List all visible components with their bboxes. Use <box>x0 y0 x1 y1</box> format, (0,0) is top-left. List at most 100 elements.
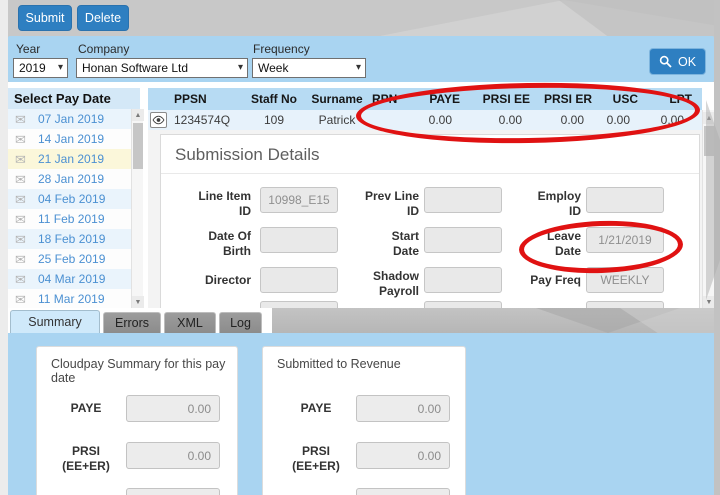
envelope-icon: ✉ <box>15 153 30 166</box>
submitted-to-revenue-panel: Submitted to Revenue PAYE 0.00 PRSI (EE+… <box>262 346 466 495</box>
prev-line-id-label: Prev Line ID <box>331 189 419 219</box>
pay-date-row[interactable]: ✉04 Feb 2019 <box>8 189 131 209</box>
delete-button[interactable]: Delete <box>77 5 129 31</box>
envelope-icon: ✉ <box>15 233 30 246</box>
pay-date-row[interactable]: ✉07 Jan 2019 <box>8 109 131 129</box>
cutoff-field[interactable] <box>424 301 502 308</box>
employ-id-field[interactable] <box>586 187 664 213</box>
column-header-prsi-ee: PRSI EE <box>466 92 536 106</box>
pay-date-row[interactable]: ✉ 11 Feb 2019 <box>8 209 131 229</box>
cell-paye: 0.00 <box>398 113 466 127</box>
cell-surname: Patrick <box>302 113 372 127</box>
column-header-lpt: LPT <box>644 92 702 106</box>
paye-label: PAYE <box>281 401 351 416</box>
start-date-field[interactable] <box>424 227 502 253</box>
submission-details-card: Submission Details Line Item ID 10998_E1… <box>160 134 700 308</box>
cutoff-field[interactable] <box>586 301 664 308</box>
pay-date-panel-title: Select Pay Date <box>8 88 140 109</box>
pay-date-label: 11 Feb 2019 <box>38 212 105 226</box>
cutoff-field[interactable] <box>260 301 338 308</box>
cloudpay-summary-title: Cloudpay Summary for this pay date <box>51 357 237 385</box>
pay-freq-field[interactable]: WEEKLY <box>586 267 664 293</box>
pay-date-row[interactable]: ✉25 Feb 2019 <box>8 249 131 269</box>
leave-date-label: Leave Date <box>493 229 581 259</box>
shadow-payroll-label: Shadow Payroll <box>331 269 419 299</box>
usc-field[interactable]: 0.00 <box>356 488 450 495</box>
frequency-label: Frequency <box>253 42 310 56</box>
date-of-birth-field[interactable] <box>260 227 338 253</box>
year-value: 2019 <box>19 61 46 75</box>
cloudpay-summary-panel: Cloudpay Summary for this pay date PAYE … <box>36 346 238 495</box>
column-header-usc: USC <box>598 92 644 106</box>
tab-summary[interactable]: Summary <box>10 310 100 333</box>
envelope-icon: ✉ <box>15 133 30 146</box>
prev-line-id-field[interactable] <box>424 187 502 213</box>
pay-date-label: 04 Mar 2019 <box>38 272 105 286</box>
tab-log[interactable]: Log <box>219 312 262 333</box>
summary-section: Cloudpay Summary for this pay date PAYE … <box>8 333 714 495</box>
search-ok-button[interactable]: OK <box>649 48 706 75</box>
pay-date-row[interactable]: ✉ 28 Jan 2019 <box>8 169 131 189</box>
column-header-prsi-er: PRSI ER <box>536 92 598 106</box>
payroll-app-window: Submit Delete Year 2019 Company Honan So… <box>0 0 720 495</box>
scroll-up-button[interactable] <box>132 109 144 121</box>
prsi-label: PRSI (EE+ER) <box>281 444 351 474</box>
view-employee-button[interactable] <box>150 112 167 128</box>
paye-field[interactable]: 0.00 <box>126 395 220 422</box>
year-select[interactable]: 2019 <box>13 58 68 78</box>
leave-date-field[interactable]: 1/21/2019 <box>586 227 664 253</box>
pay-date-row[interactable]: ✉04 Mar 2019 <box>8 269 131 289</box>
tab-xml[interactable]: XML <box>164 312 216 333</box>
company-value: Honan Software Ltd <box>82 61 188 75</box>
director-field[interactable] <box>260 267 338 293</box>
pay-date-label: 18 Feb 2019 <box>38 232 105 246</box>
pay-date-label: 28 Jan 2019 <box>38 172 104 186</box>
search-icon <box>659 55 672 68</box>
prsi-field[interactable]: 0.00 <box>356 442 450 469</box>
shadow-payroll-field[interactable] <box>424 267 502 293</box>
employ-id-label: Employ ID <box>493 189 581 219</box>
window-right-edge <box>714 0 720 495</box>
paye-field[interactable]: 0.00 <box>356 395 450 422</box>
line-item-id-field[interactable]: 10998_E15 <box>260 187 338 213</box>
frequency-select[interactable]: Week <box>252 58 366 78</box>
cell-prsi-er: 0.00 <box>536 113 598 127</box>
company-select[interactable]: Honan Software Ltd <box>76 58 248 78</box>
director-label: Director <box>163 273 251 288</box>
envelope-icon: ✉ <box>15 213 30 226</box>
submitted-to-revenue-title: Submitted to Revenue <box>277 357 401 371</box>
envelope-icon: ✉ <box>15 253 30 266</box>
scrollbar-thumb[interactable] <box>133 123 143 169</box>
start-date-label: Start Date <box>331 229 419 259</box>
submission-details-title: Submission Details <box>175 145 320 165</box>
prsi-field[interactable]: 0.00 <box>126 442 220 469</box>
frequency-value: Week <box>258 61 288 75</box>
scrollbar-thumb[interactable] <box>704 126 714 156</box>
wallpaper-shape <box>520 0 714 36</box>
submit-button[interactable]: Submit <box>18 5 72 31</box>
pay-date-row[interactable]: ✉ 18 Feb 2019 <box>8 229 131 249</box>
envelope-icon: ✉ <box>15 173 30 186</box>
pay-date-label: 04 Feb 2019 <box>38 192 105 206</box>
tab-errors[interactable]: Errors <box>103 312 161 333</box>
main-area: Select Pay Date ✉07 Jan 2019 ✉14 Jan 201… <box>8 82 714 308</box>
wallpaper-shape <box>380 0 714 36</box>
cell-prsi-ee: 0.00 <box>466 113 536 127</box>
date-of-birth-label: Date Of Birth <box>163 229 251 259</box>
company-label: Company <box>78 42 129 56</box>
pay-freq-label: Pay Freq <box>493 273 581 288</box>
cell-ppsn: 1234574Q <box>168 113 246 127</box>
pay-date-label: 21 Jan 2019 <box>38 152 104 166</box>
employee-row[interactable]: 1234574Q 109 Patrick 0.00 0.00 0.00 0.00… <box>148 110 702 130</box>
scroll-down-button[interactable] <box>132 296 144 308</box>
employee-table-header: PPSN Staff No Surname RPN PAYE PRSI EE P… <box>148 88 702 110</box>
column-header-ppsn: PPSN <box>168 92 246 106</box>
window-left-edge <box>0 0 8 495</box>
pay-date-row[interactable]: ✉14 Jan 2019 <box>8 129 131 149</box>
view-cell <box>148 112 168 128</box>
pay-date-row[interactable]: ✉11 Mar 2019 <box>8 289 131 309</box>
column-header-rpn: RPN <box>372 92 398 106</box>
column-header-surname: Surname <box>302 92 372 106</box>
pay-date-row-selected[interactable]: ✉ 21 Jan 2019 <box>8 149 131 169</box>
usc-field[interactable]: 0.00 <box>126 488 220 495</box>
